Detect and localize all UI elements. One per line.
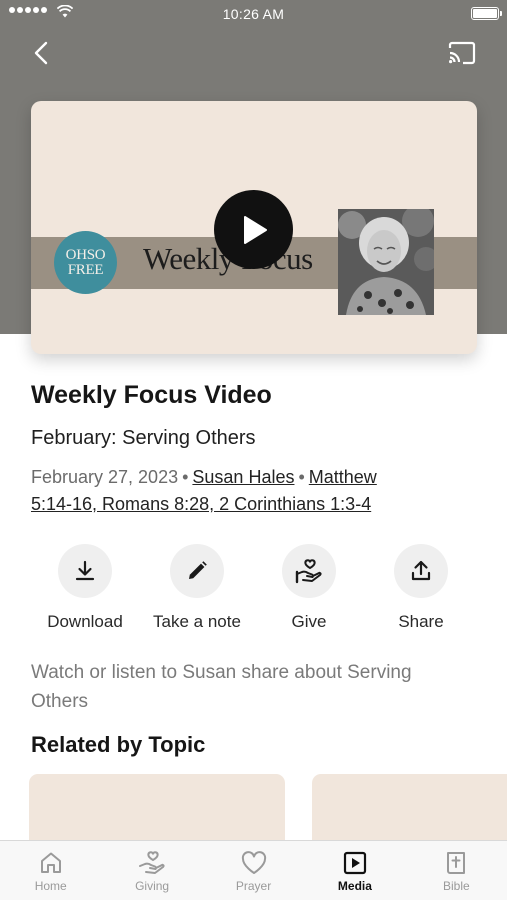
download-button[interactable]: Download	[29, 544, 141, 632]
speaker-link[interactable]: Susan Hales	[192, 467, 294, 487]
tab-giving[interactable]: Giving	[101, 841, 202, 900]
bible-icon	[447, 852, 466, 874]
download-icon	[75, 560, 95, 581]
share-button[interactable]: Share	[365, 544, 477, 632]
chevron-left-icon	[34, 41, 48, 65]
meta-separator: •	[298, 467, 305, 487]
tab-media-label: Media	[337, 879, 372, 893]
status-time: 10:26 AM	[222, 6, 285, 22]
cast-button[interactable]	[445, 38, 479, 68]
tab-home[interactable]: Home	[0, 841, 101, 900]
pencil-icon	[189, 561, 207, 579]
ohsofree-logo: OHSO FREE	[54, 231, 117, 294]
back-button[interactable]	[26, 38, 56, 68]
tab-bible[interactable]: Bible	[406, 841, 507, 900]
give-icon	[295, 559, 322, 584]
tab-giving-label: Giving	[135, 879, 170, 893]
give-button[interactable]: Give	[253, 544, 365, 632]
action-row: Download Take a note Give Share	[29, 544, 479, 634]
take-note-button[interactable]: Take a note	[141, 544, 253, 632]
share-icon	[411, 560, 431, 581]
series-title: February: Serving Others	[31, 427, 256, 449]
meta-separator: •	[182, 467, 189, 487]
tab-media[interactable]: Media	[304, 841, 405, 900]
tab-prayer[interactable]: Prayer	[203, 841, 304, 900]
tab-prayer-label: Prayer	[235, 879, 272, 893]
speaker-portrait	[338, 209, 434, 315]
take-note-label: Take a note	[153, 612, 241, 631]
video-description: Watch or listen to Susan share about Ser…	[31, 662, 412, 712]
play-icon	[243, 215, 267, 244]
give-label: Give	[291, 612, 327, 631]
video-player-thumbnail[interactable]: OHSO FREE Weekly Focus	[31, 101, 477, 354]
play-button[interactable]	[214, 190, 293, 269]
download-label: Download	[47, 612, 123, 631]
tab-bar: Home Giving Prayer Media Bible	[0, 840, 507, 900]
tab-bible-label: Bible	[442, 879, 470, 893]
home-icon	[40, 852, 61, 873]
battery-icon	[471, 7, 502, 20]
media-play-icon	[343, 851, 367, 875]
share-label: Share	[398, 612, 444, 631]
video-title: Weekly Focus Video	[31, 381, 272, 409]
tab-home-label: Home	[34, 879, 67, 893]
video-meta: February 27, 2023 • Susan Hales • Matthew 5:1…	[31, 464, 451, 518]
related-heading: Related by Topic	[31, 732, 206, 757]
heart-icon	[241, 851, 266, 874]
giving-icon	[139, 851, 165, 874]
status-bar: 10:26 AM	[0, 0, 507, 28]
video-date: February 27, 2023	[31, 467, 179, 487]
cast-icon	[448, 41, 476, 65]
